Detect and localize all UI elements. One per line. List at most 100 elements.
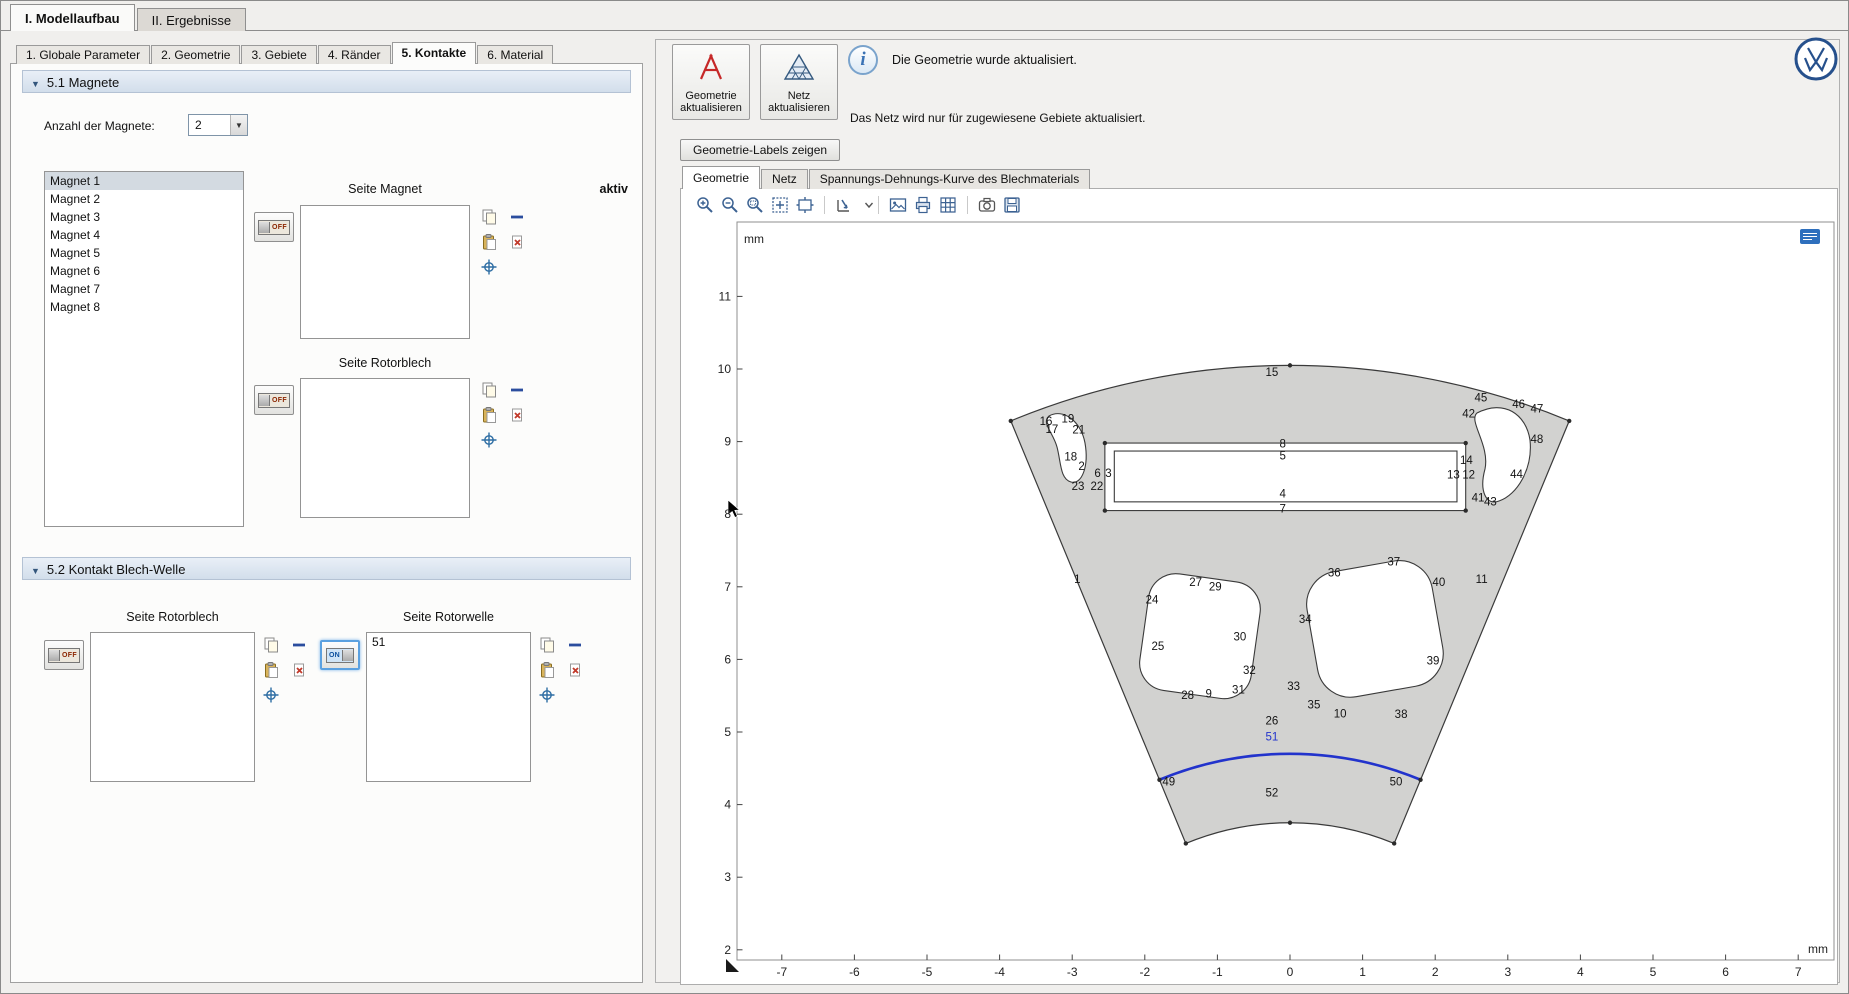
zoom-box-icon[interactable] <box>745 195 765 215</box>
edge-label-46: 46 <box>1512 399 1525 411</box>
unit-label-top: mm <box>744 232 764 246</box>
toggle-state-label: OFF <box>270 397 289 404</box>
seite-rotorblech-label: Seite Rotorblech <box>300 356 470 370</box>
show-geometry-labels-button[interactable]: Geometrie-Labels zeigen <box>680 139 840 161</box>
kontakt-rotorblech-toggle-button[interactable]: OFF <box>44 640 84 670</box>
aktiv-label: aktiv <box>560 182 628 196</box>
orientation-dropdown-chevron-icon[interactable] <box>859 195 869 215</box>
edge-label-10: 10 <box>1334 708 1347 720</box>
view-orientation-icon[interactable] <box>834 195 854 215</box>
magnet-list-item[interactable]: Magnet 2 <box>45 190 243 208</box>
vertex-dot <box>1567 419 1571 423</box>
y-tick-label: 8 <box>724 507 731 521</box>
left-panel-tab-4[interactable]: 4. Ränder <box>318 45 391 64</box>
magnet-list[interactable]: Magnet 1Magnet 2Magnet 3Magnet 4Magnet 5… <box>44 171 244 527</box>
fit-view-icon[interactable] <box>795 195 815 215</box>
right-pocket[interactable] <box>1301 555 1448 702</box>
left-panel-tab-2[interactable]: 2. Geometrie <box>151 45 240 64</box>
zoom-to-selection-icon[interactable] <box>480 431 498 449</box>
edge-label-25: 25 <box>1151 641 1164 653</box>
section-header-magnete[interactable]: ▼5.1 Magnete <box>22 70 631 93</box>
graphics-tab-2[interactable]: Netz <box>761 169 808 189</box>
magnet-list-item[interactable]: Magnet 3 <box>45 208 243 226</box>
seite-magnet-toggle-button[interactable]: OFF <box>254 212 294 242</box>
magnet-list-item[interactable]: Magnet 1 <box>45 172 243 190</box>
left-panel-tab-6[interactable]: 6. Material <box>477 45 553 64</box>
main-tab-1[interactable]: I. Modellaufbau <box>10 4 135 31</box>
left-panel-tab-3[interactable]: 3. Gebiete <box>241 45 316 64</box>
edge-label-17: 17 <box>1045 424 1058 436</box>
paste-selection-icon[interactable] <box>480 233 498 251</box>
section-title: 5.2 Kontakt Blech-Welle <box>47 562 186 577</box>
clear-selection-icon[interactable] <box>290 661 308 679</box>
magnet-list-item[interactable]: Magnet 5 <box>45 244 243 262</box>
plot-legend-icon[interactable] <box>1800 229 1820 244</box>
section-header-kontakt[interactable]: ▼ 5.2 Kontakt Blech-Welle <box>22 557 631 580</box>
seite-rotorblech-toggle-button[interactable]: OFF <box>254 385 294 415</box>
magnet-list-item[interactable]: Magnet 6 <box>45 262 243 280</box>
toggle-knob <box>49 650 60 661</box>
zoom-to-selection-icon[interactable] <box>262 686 280 704</box>
graphics-tab-1[interactable]: Geometrie <box>682 166 760 189</box>
zoom-to-selection-icon[interactable] <box>480 258 498 276</box>
kontakt-rotorblech-selection-list[interactable] <box>90 632 255 782</box>
zoom-extents-icon[interactable] <box>770 195 790 215</box>
remove-from-selection-icon[interactable] <box>508 208 526 226</box>
left-panel-tab-1[interactable]: 1. Globale Parameter <box>16 45 150 64</box>
toolbar-separator <box>967 196 968 214</box>
left-panel-tab-5[interactable]: 5. Kontakte <box>392 42 477 64</box>
magnet-list-item[interactable]: Magnet 4 <box>45 226 243 244</box>
main-tab-2[interactable]: II. Ergebnisse <box>137 8 247 31</box>
geometry-plot[interactable]: mm mm -7-6-5-4-3-2-101234567111098765432… <box>682 219 1838 985</box>
x-tick-label: 6 <box>1722 965 1729 979</box>
edge-label-8: 8 <box>1280 438 1286 450</box>
paste-selection-icon[interactable] <box>262 661 280 679</box>
remove-from-selection-icon[interactable] <box>290 636 308 654</box>
update-geometry-button[interactable]: Geometrie aktualisieren <box>672 44 750 120</box>
edge-label-32: 32 <box>1243 665 1256 677</box>
seite-magnet-selection-list[interactable] <box>300 205 470 339</box>
clear-selection-icon[interactable] <box>566 661 584 679</box>
vertex-dot <box>1103 508 1107 512</box>
x-tick-label: -1 <box>1212 965 1223 979</box>
toggle-state-label: OFF <box>60 652 79 659</box>
rotorwelle-selection-item[interactable]: 51 <box>367 633 530 651</box>
zoom-out-icon[interactable] <box>720 195 740 215</box>
edge-label-7: 7 <box>1280 504 1286 516</box>
vertex-dot <box>1418 778 1422 782</box>
update-mesh-button[interactable]: Netz aktualisieren <box>760 44 838 120</box>
copy-selection-icon[interactable] <box>480 208 498 226</box>
toggle-state-label: OFF <box>270 224 289 231</box>
copy-selection-icon[interactable] <box>480 381 498 399</box>
zoom-to-selection-icon[interactable] <box>538 686 556 704</box>
magnet-list-item[interactable]: Magnet 8 <box>45 298 243 316</box>
export-image-icon[interactable] <box>888 195 908 215</box>
clear-selection-icon[interactable] <box>508 406 526 424</box>
print-icon[interactable] <box>913 195 933 215</box>
remove-from-selection-icon[interactable] <box>566 636 584 654</box>
paste-selection-icon[interactable] <box>480 406 498 424</box>
seite-rotorblech-selection-list[interactable] <box>300 378 470 518</box>
magnet-list-item[interactable]: Magnet 7 <box>45 280 243 298</box>
x-tick-label: 2 <box>1432 965 1439 979</box>
collapse-icon[interactable]: ▼ <box>31 79 40 89</box>
anzahl-magnete-select[interactable]: 2 ▼ <box>188 114 248 136</box>
chevron-down-icon[interactable]: ▼ <box>230 115 247 135</box>
camera-icon[interactable] <box>977 195 997 215</box>
edge-label-13: 13 <box>1447 469 1460 481</box>
anzahl-magnete-value: 2 <box>189 115 230 135</box>
remove-from-selection-icon[interactable] <box>508 381 526 399</box>
kontakt-rotorwelle-toggle-button[interactable]: ON <box>320 640 360 670</box>
edge-label-51: 51 <box>1265 732 1278 744</box>
paste-selection-icon[interactable] <box>538 661 556 679</box>
copy-selection-icon[interactable] <box>538 636 556 654</box>
save-image-icon[interactable] <box>1002 195 1022 215</box>
edge-label-12: 12 <box>1462 469 1475 481</box>
collapse-icon[interactable]: ▼ <box>31 566 40 576</box>
kontakt-rotorwelle-selection-list[interactable]: 51 <box>366 632 531 782</box>
graphics-tab-3[interactable]: Spannungs-Dehnungs-Kurve des Blechmateri… <box>809 169 1090 189</box>
zoom-in-icon[interactable] <box>695 195 715 215</box>
copy-selection-icon[interactable] <box>262 636 280 654</box>
grid-icon[interactable] <box>938 195 958 215</box>
clear-selection-icon[interactable] <box>508 233 526 251</box>
